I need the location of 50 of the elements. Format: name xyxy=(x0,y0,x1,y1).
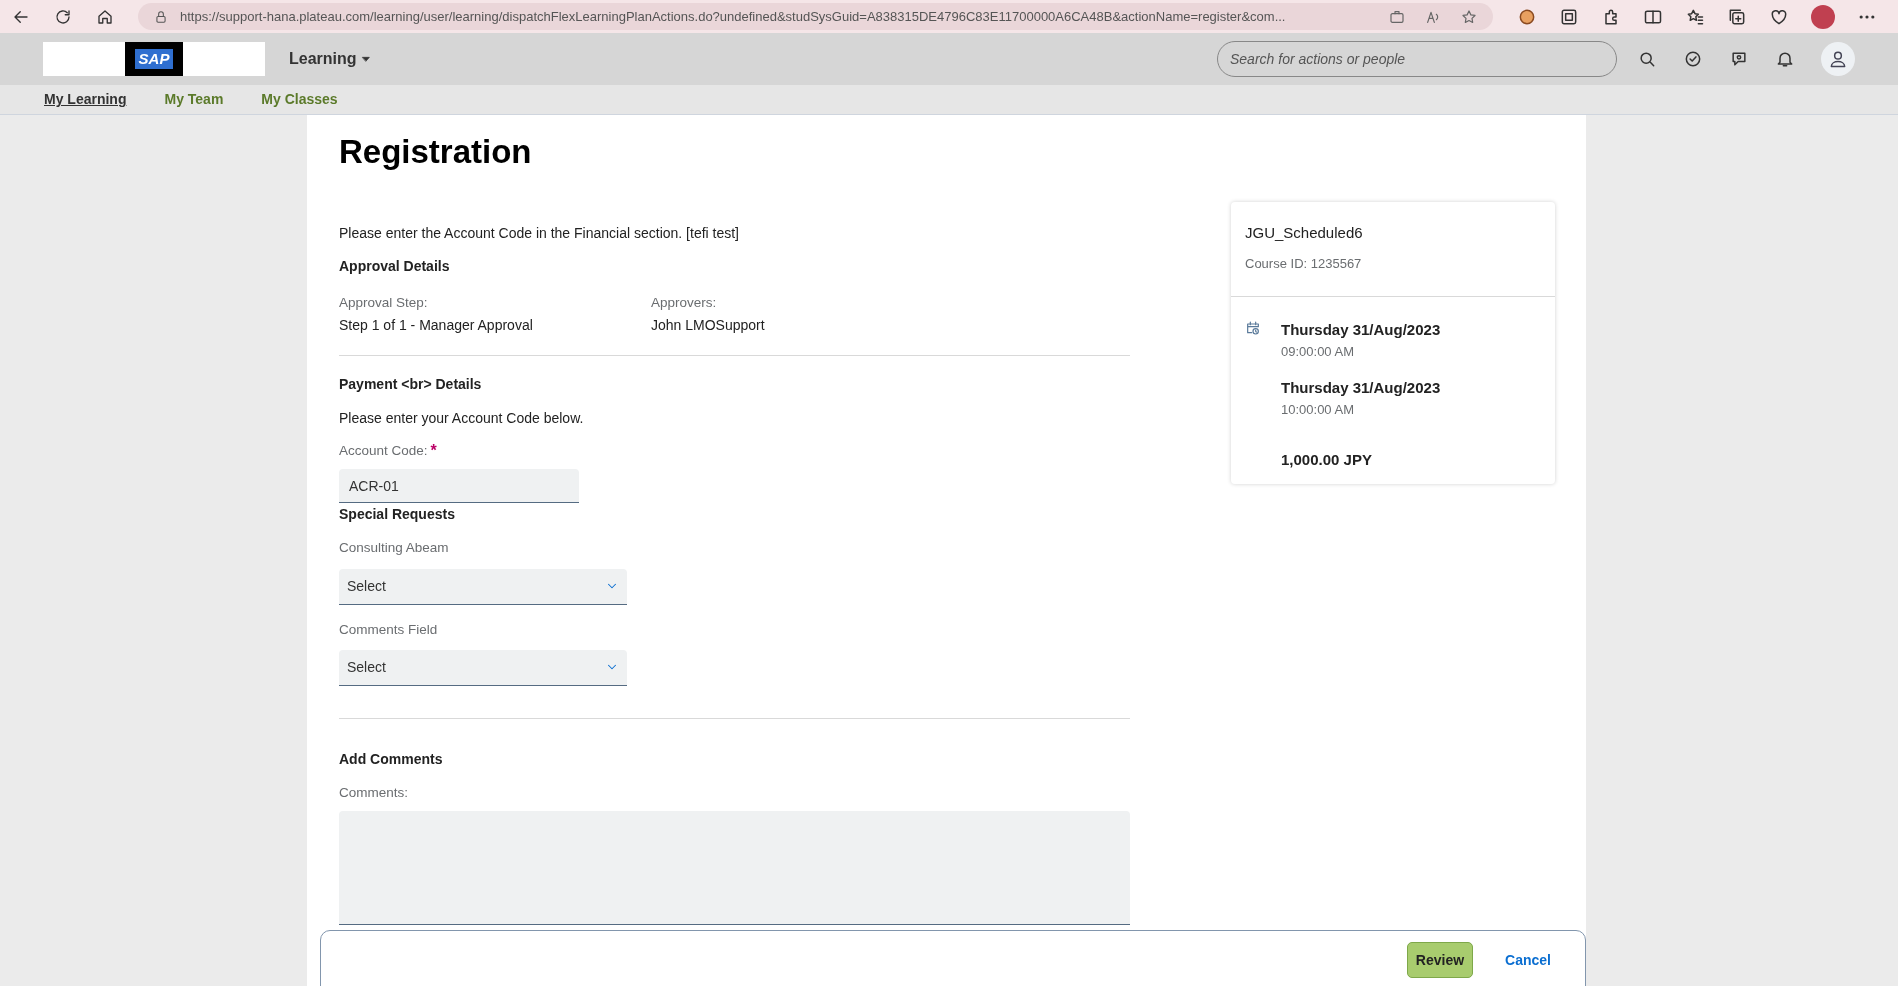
search-field[interactable]: Search for actions or people xyxy=(1217,41,1617,77)
section-heading: Payment <br> Details xyxy=(339,375,483,395)
profile-button[interactable] xyxy=(1821,42,1855,76)
cancel-link[interactable]: Cancel xyxy=(1499,942,1557,978)
course-title: JGU_Scheduled6 xyxy=(1245,223,1364,243)
select-dropdown[interactable]: Select xyxy=(339,649,627,686)
session-time: 09:00:00 AM xyxy=(1281,342,1355,361)
course-id: Course ID: 1235567 xyxy=(1245,254,1363,273)
session-date: Thursday 31/Aug/2023 xyxy=(1281,320,1441,340)
info-message: Please enter the Account Code in the Financial section. [tefi test] xyxy=(339,224,740,243)
logo-text: SAP xyxy=(134,49,174,69)
field-label: Approvers: xyxy=(651,294,718,312)
chat-icon[interactable] xyxy=(1729,49,1749,69)
page-title: Registration xyxy=(339,132,533,172)
review-button[interactable]: Review xyxy=(1406,942,1474,978)
field-value: Step 1 of 1 - Manager Approval xyxy=(339,316,534,336)
instruction-text: Please enter your Account Code below. xyxy=(339,409,585,429)
field-label: Account Code: xyxy=(339,442,428,461)
caret-icon xyxy=(360,54,371,64)
person-icon xyxy=(1828,49,1848,69)
comments-field[interactable] xyxy=(339,811,1130,925)
section-heading: Add Comments xyxy=(339,749,444,769)
address-bar[interactable]: https://support-hana.plateau.com/learning/user/learning/dispatchFlexLearningPlanActions.do?undefined&studSysGuid=A838315DE4796C83E11700000A6CA48B&actionName=register&com... xyxy=(138,3,1493,30)
nav-tab[interactable]: My Classes xyxy=(261,89,338,110)
account-code-field[interactable]: ACR-01 xyxy=(339,469,579,504)
nav-tab[interactable]: My Learning xyxy=(44,89,127,110)
app-menu[interactable]: Learning xyxy=(289,47,371,71)
field-label: Comments Field xyxy=(339,620,439,639)
briefcase-icon[interactable] xyxy=(1389,8,1405,25)
reload-icon[interactable] xyxy=(54,7,72,26)
bell-icon[interactable] xyxy=(1775,49,1795,69)
search-icon[interactable] xyxy=(1637,49,1657,69)
nav-tab[interactable]: My Team xyxy=(164,89,224,110)
field-value: John LMOSupport xyxy=(651,316,766,336)
check-circle-icon[interactable] xyxy=(1683,49,1703,69)
section-heading: Special Requests xyxy=(339,505,456,525)
section-heading: Approval Details xyxy=(339,257,451,276)
lock-icon xyxy=(154,9,168,24)
select-dropdown[interactable]: Select xyxy=(339,568,627,605)
calendar-clock-icon xyxy=(1245,320,1261,336)
field-label: Consulting Abeam xyxy=(339,539,450,558)
star-icon[interactable] xyxy=(1461,8,1477,25)
field-label: Comments: xyxy=(339,783,410,802)
field-label: Approval Step: xyxy=(339,294,429,312)
course-price: 1,000.00 JPY xyxy=(1281,450,1373,470)
session-date: Thursday 31/Aug/2023 xyxy=(1281,378,1441,398)
session-time: 10:00:00 AM xyxy=(1281,400,1355,419)
profile-avatar[interactable] xyxy=(1811,4,1835,29)
required-mark: * xyxy=(430,441,437,462)
url-text: https://support-hana.plateau.com/learning/user/learning/dispatchFlexLearningPlanActions.do?undefined&studSysGuid=A838315DE4796C83E11700000A6CA48B&actionName=register&com... xyxy=(180,7,1286,26)
